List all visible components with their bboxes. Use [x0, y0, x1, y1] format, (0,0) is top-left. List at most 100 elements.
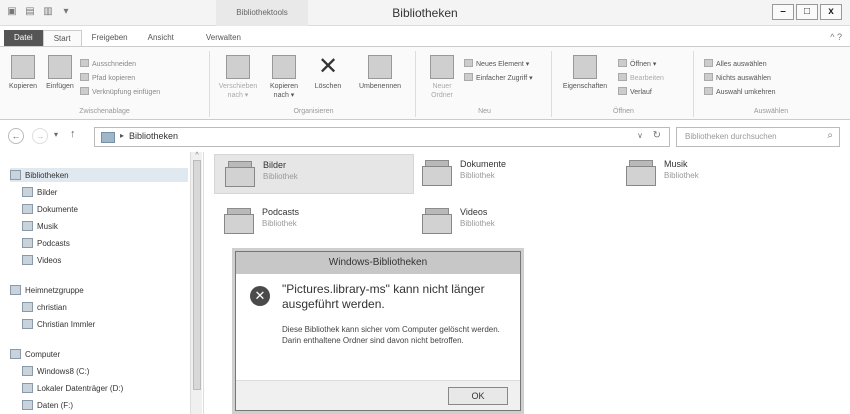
- nav-library-item[interactable]: Musik: [22, 221, 58, 231]
- nav-library-item[interactable]: Videos: [22, 255, 61, 265]
- paste-label: Einfügen: [46, 83, 74, 90]
- computer-icon: [10, 349, 21, 359]
- tab-manage[interactable]: Verwalten: [196, 30, 251, 46]
- nav-drive[interactable]: Daten (F:): [22, 400, 73, 410]
- address-dropdown-icon[interactable]: ∨: [637, 131, 643, 140]
- open-button[interactable]: Öffnen ▾: [618, 59, 656, 70]
- podcasts-library-icon: [22, 238, 33, 248]
- ok-button[interactable]: OK: [448, 387, 508, 405]
- copy-label: Kopieren: [8, 83, 38, 90]
- copy-path-icon: [80, 73, 89, 81]
- select-all-button[interactable]: Alles auswählen: [704, 59, 767, 70]
- new-folder-button[interactable]: Neuer Ordner: [424, 55, 460, 100]
- move-to-button[interactable]: Verschieben nach ▾: [216, 55, 260, 100]
- delete-button[interactable]: ✕ Löschen: [308, 55, 348, 91]
- open-group: Eigenschaften Öffnen ▾ Bearbeiten Verlau…: [554, 51, 694, 117]
- nav-library-item[interactable]: Bilder: [22, 187, 57, 197]
- libraries-icon: [10, 170, 21, 180]
- error-icon: ✕: [250, 286, 270, 306]
- refresh-icon[interactable]: ↻: [653, 130, 661, 141]
- clipboard-group-label: Zwischenablage: [79, 108, 130, 115]
- breadcrumb-arrow-icon[interactable]: ▸: [120, 131, 124, 140]
- homegroup-icon: [10, 285, 21, 295]
- paste-shortcut-icon: [80, 87, 89, 95]
- organize-group-label: Organisieren: [293, 108, 334, 115]
- nav-scrollbar[interactable]: ^: [190, 152, 202, 414]
- paste-button[interactable]: Einfügen: [44, 55, 76, 91]
- recent-locations-icon[interactable]: ▾: [54, 130, 58, 139]
- tab-share[interactable]: Freigeben: [82, 30, 138, 46]
- rename-button[interactable]: Umbenennen: [352, 55, 408, 91]
- library-type: Bibliothek: [262, 219, 297, 228]
- nav-homegroup-user[interactable]: christian: [22, 302, 67, 312]
- quick-access-toolbar: ▣ ▤ ▥ ▾: [6, 6, 72, 18]
- tab-view[interactable]: Ansicht: [138, 30, 184, 46]
- organize-group: Verschieben nach ▾ Kopieren nach ▾ ✕ Lös…: [212, 51, 416, 117]
- easy-access-button[interactable]: Einfacher Zugriff ▾: [464, 73, 533, 84]
- new-item-button[interactable]: Neues Element ▾: [464, 59, 529, 70]
- tab-start[interactable]: Start: [42, 30, 82, 46]
- invert-selection-icon: [704, 87, 713, 95]
- copy-icon: [11, 55, 35, 79]
- minimize-button[interactable]: –: [772, 4, 794, 20]
- library-folder-icon: [224, 206, 254, 236]
- scrollbar-thumb[interactable]: [193, 160, 201, 390]
- nav-drive[interactable]: Lokaler Datenträger (D:): [22, 383, 123, 393]
- invert-selection-button[interactable]: Auswahl umkehren: [704, 87, 776, 98]
- ribbon-minimize-help[interactable]: ^ ?: [830, 32, 842, 42]
- dialog-detail: Diese Bibliothek kann sicher vom Compute…: [282, 325, 500, 345]
- back-button[interactable]: ←: [8, 128, 24, 144]
- address-bar[interactable]: ▸ Bibliotheken ∨ ↻: [94, 127, 670, 147]
- error-dialog: Windows-Bibliotheken ✕ "Pictures.library…: [235, 251, 521, 411]
- ribbon-tabs: Datei Start Freigeben Ansicht Verwalten: [0, 30, 850, 46]
- library-tools-tab[interactable]: Bibliothektools: [216, 0, 308, 26]
- search-icon[interactable]: ⌕: [827, 130, 833, 141]
- library-tile-documents[interactable]: Dokumente Bibliothek: [412, 154, 612, 194]
- customize-qat-icon[interactable]: ▾: [60, 6, 72, 18]
- breadcrumb-libraries[interactable]: Bibliotheken: [129, 131, 178, 141]
- library-type: Bibliothek: [263, 172, 298, 181]
- up-arrow-icon[interactable]: ↑: [70, 128, 76, 140]
- copy-to-button[interactable]: Kopieren nach ▾: [264, 55, 304, 100]
- library-tile-pictures[interactable]: Bilder Bibliothek: [214, 154, 414, 194]
- scroll-up-icon[interactable]: ^: [191, 152, 203, 159]
- nav-libraries[interactable]: Bibliotheken: [10, 168, 188, 182]
- properties-button[interactable]: Eigenschaften: [558, 55, 612, 91]
- nav-homegroup-user[interactable]: Christian Immler: [22, 319, 95, 329]
- copy-path-button[interactable]: Pfad kopieren: [80, 73, 135, 84]
- search-input[interactable]: Bibliotheken durchsuchen ⌕: [676, 127, 840, 147]
- library-tile-music[interactable]: Musik Bibliothek: [616, 154, 816, 194]
- documents-library-icon: [22, 204, 33, 214]
- address-row: ← → ▾ ↑ ▸ Bibliotheken ∨ ↻ Bibliotheken …: [0, 126, 850, 148]
- library-tile-videos[interactable]: Videos Bibliothek: [412, 202, 612, 242]
- scissors-icon: [80, 59, 89, 67]
- copy-button[interactable]: Kopieren: [8, 55, 38, 91]
- delete-x-icon: ✕: [317, 53, 339, 80]
- close-button[interactable]: x: [820, 4, 842, 20]
- paste-icon: [48, 55, 72, 79]
- navigation-pane: Bibliotheken Bilder Dokumente Musik Podc…: [0, 152, 204, 414]
- folder-icon[interactable]: ▣: [6, 6, 18, 18]
- nav-library-item[interactable]: Podcasts: [22, 238, 70, 248]
- paste-shortcut-button[interactable]: Verknüpfung einfügen: [80, 87, 160, 98]
- history-button[interactable]: Verlauf: [618, 87, 652, 98]
- forward-button[interactable]: →: [32, 128, 48, 144]
- edit-button[interactable]: Bearbeiten: [618, 73, 664, 84]
- cut-button[interactable]: Ausschneiden: [80, 59, 136, 70]
- nav-drive[interactable]: Windows8 (C:): [22, 366, 89, 376]
- select-none-button[interactable]: Nichts auswählen: [704, 73, 771, 84]
- copy-to-icon: [272, 55, 296, 79]
- select-group: Alles auswählen Nichts auswählen Auswahl…: [696, 51, 846, 117]
- library-tile-podcasts[interactable]: Podcasts Bibliothek: [214, 202, 414, 242]
- tab-file[interactable]: Datei: [4, 30, 43, 46]
- new-folder-icon[interactable]: ▥: [42, 6, 54, 18]
- properties-icon[interactable]: ▤: [24, 6, 36, 18]
- nav-library-item[interactable]: Dokumente: [22, 204, 78, 214]
- windows-drive-icon: [22, 366, 33, 376]
- nav-homegroup[interactable]: Heimnetzgruppe: [10, 285, 84, 295]
- pictures-library-icon: [22, 187, 33, 197]
- library-name: Videos: [460, 207, 488, 217]
- nav-computer[interactable]: Computer: [10, 349, 60, 359]
- library-type: Bibliothek: [460, 219, 495, 228]
- maximize-button[interactable]: □: [796, 4, 818, 20]
